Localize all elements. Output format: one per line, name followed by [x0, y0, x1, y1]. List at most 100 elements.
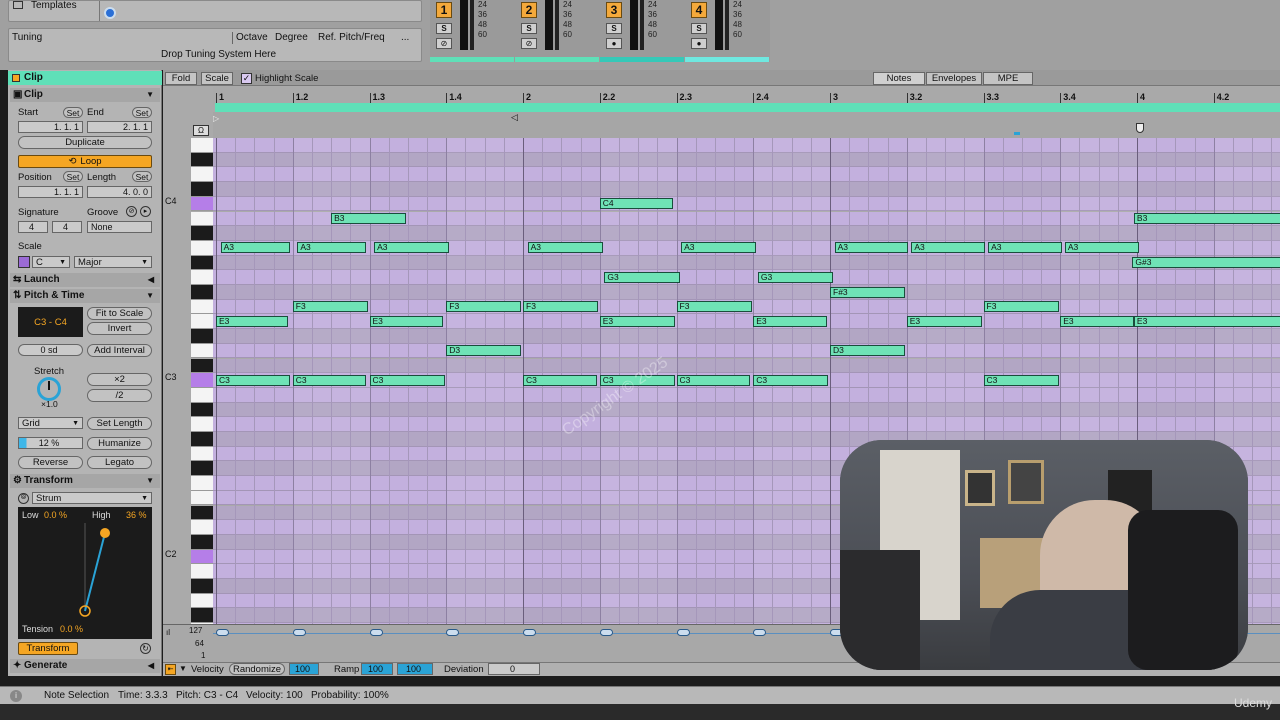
midi-note[interactable]: D3: [830, 345, 906, 357]
piano-key[interactable]: [191, 373, 213, 388]
ramp-start-field[interactable]: 100: [361, 663, 393, 675]
add-interval-button[interactable]: Add Interval: [87, 344, 152, 357]
position-field[interactable]: 1. 1. 1: [18, 186, 83, 198]
midi-note[interactable]: F3: [292, 301, 368, 313]
midi-note[interactable]: F3: [983, 301, 1059, 313]
velocity-marker[interactable]: [753, 629, 767, 636]
piano-key[interactable]: [191, 387, 213, 403]
piano-key[interactable]: [191, 343, 213, 359]
start-marker-icon[interactable]: ▷: [213, 114, 219, 123]
piano-key[interactable]: [191, 593, 213, 609]
piano-key[interactable]: [191, 182, 213, 197]
piano-key[interactable]: [191, 608, 213, 624]
length-field[interactable]: 4. 0. 0: [87, 186, 152, 198]
piano-key[interactable]: [191, 358, 213, 374]
midi-note[interactable]: F3: [676, 301, 752, 313]
midi-note[interactable]: E3: [906, 315, 982, 327]
arm-button[interactable]: ⊘: [521, 38, 537, 49]
midi-note[interactable]: C4: [599, 198, 674, 210]
midi-note[interactable]: B3: [1133, 213, 1280, 224]
randomize-button[interactable]: Randomize: [229, 663, 285, 675]
midi-note[interactable]: E3: [753, 315, 827, 327]
velocity-marker[interactable]: [446, 629, 460, 636]
transform-section-header[interactable]: ⚙ Transform ▼: [10, 474, 160, 488]
humanize-amount[interactable]: 12 %: [18, 437, 83, 449]
piano-key[interactable]: [191, 240, 213, 256]
grid-select[interactable]: Grid ▼: [18, 417, 83, 429]
track-activator-button[interactable]: 3: [606, 2, 622, 18]
strum-curve-editor[interactable]: Low 0.0 % High 36 % Tension 0.0 %: [18, 507, 152, 639]
track-activator-button[interactable]: 2: [521, 2, 537, 18]
scale-button[interactable]: Scale: [201, 72, 233, 85]
groove-select[interactable]: None: [87, 221, 152, 233]
duplicate-button[interactable]: Duplicate: [18, 136, 152, 149]
velocity-marker[interactable]: [292, 629, 306, 636]
auto-apply-icon[interactable]: ↻: [140, 643, 151, 654]
piano-key[interactable]: [191, 520, 213, 535]
tuning-more-button[interactable]: ...: [401, 32, 409, 43]
piano-key[interactable]: [191, 534, 213, 550]
midi-note[interactable]: D3: [446, 345, 522, 357]
groove-hot-swap-icon[interactable]: ⊘: [126, 206, 137, 217]
piano-key[interactable]: [191, 270, 213, 285]
start-set-button[interactable]: Set: [63, 107, 83, 118]
collapse-icon[interactable]: ▣: [13, 88, 22, 102]
start-field[interactable]: 1. 1. 1: [18, 121, 83, 133]
piano-key[interactable]: [191, 461, 213, 477]
invert-button[interactable]: Invert: [87, 322, 152, 335]
solo-button[interactable]: S: [606, 23, 622, 34]
midi-note[interactable]: F#3: [830, 286, 906, 298]
piano-key[interactable]: [191, 152, 213, 168]
track-activator-button[interactable]: 1: [436, 2, 452, 18]
track-activator-button[interactable]: 4: [691, 2, 707, 18]
highlight-scale-checkbox[interactable]: ✓: [241, 73, 252, 84]
loop-brace[interactable]: [215, 103, 1280, 112]
midi-note[interactable]: A3: [297, 242, 367, 254]
hot-swap-icon[interactable]: [104, 7, 116, 19]
piano-key[interactable]: [191, 402, 213, 418]
position-set-button[interactable]: Set: [63, 171, 83, 182]
midi-note[interactable]: C3: [292, 374, 367, 386]
piano-key[interactable]: [191, 446, 213, 462]
generate-section-header[interactable]: ✦ Generate ◀: [10, 659, 160, 673]
midi-note[interactable]: G#3: [1132, 257, 1280, 269]
set-length-button[interactable]: Set Length: [87, 417, 152, 430]
piano-key[interactable]: [191, 490, 213, 506]
signature-numerator[interactable]: 4: [18, 221, 48, 233]
midi-note[interactable]: G3: [757, 271, 834, 283]
midi-note[interactable]: A3: [1064, 242, 1139, 254]
midi-note[interactable]: E3: [216, 315, 289, 327]
ramp-end-field[interactable]: 100: [397, 663, 433, 675]
info-icon[interactable]: i: [10, 690, 22, 702]
clip-section-header[interactable]: ▣ Clip ▼: [10, 88, 160, 102]
midi-note[interactable]: F3: [523, 301, 599, 313]
deviation-field[interactable]: 0: [488, 663, 540, 675]
midi-note[interactable]: B3: [331, 213, 407, 224]
scale-root-select[interactable]: C ▼: [32, 256, 70, 268]
piano-key[interactable]: [191, 417, 213, 432]
midi-note[interactable]: C3: [523, 374, 597, 386]
piano-key[interactable]: [191, 314, 213, 330]
midi-note[interactable]: C3: [983, 374, 1059, 386]
piano-key[interactable]: [191, 226, 213, 241]
end-field[interactable]: 2. 1. 1: [87, 121, 152, 133]
groove-commit-icon[interactable]: ▸: [140, 206, 151, 217]
midi-note[interactable]: G3: [604, 271, 680, 283]
velocity-marker[interactable]: [676, 629, 690, 636]
half-button[interactable]: /2: [87, 389, 152, 402]
tab-mpe[interactable]: MPE: [983, 72, 1033, 85]
transform-type-select[interactable]: Strum ▼: [32, 492, 152, 504]
end-marker-icon[interactable]: ◁: [511, 112, 518, 123]
piano-key[interactable]: [191, 255, 213, 271]
arm-button[interactable]: ●: [606, 38, 622, 49]
piano-key[interactable]: [191, 564, 213, 579]
piano-key[interactable]: [191, 432, 213, 447]
tab-notes[interactable]: Notes: [873, 72, 925, 85]
piano-key[interactable]: [191, 549, 213, 565]
piano-key[interactable]: [191, 285, 213, 300]
piano-key[interactable]: [191, 138, 213, 153]
velocity-marker[interactable]: [216, 629, 229, 636]
scale-name-select[interactable]: Major ▼: [74, 256, 152, 268]
midi-note[interactable]: C3: [369, 374, 445, 386]
tension-value[interactable]: 0.0 %: [60, 624, 83, 634]
